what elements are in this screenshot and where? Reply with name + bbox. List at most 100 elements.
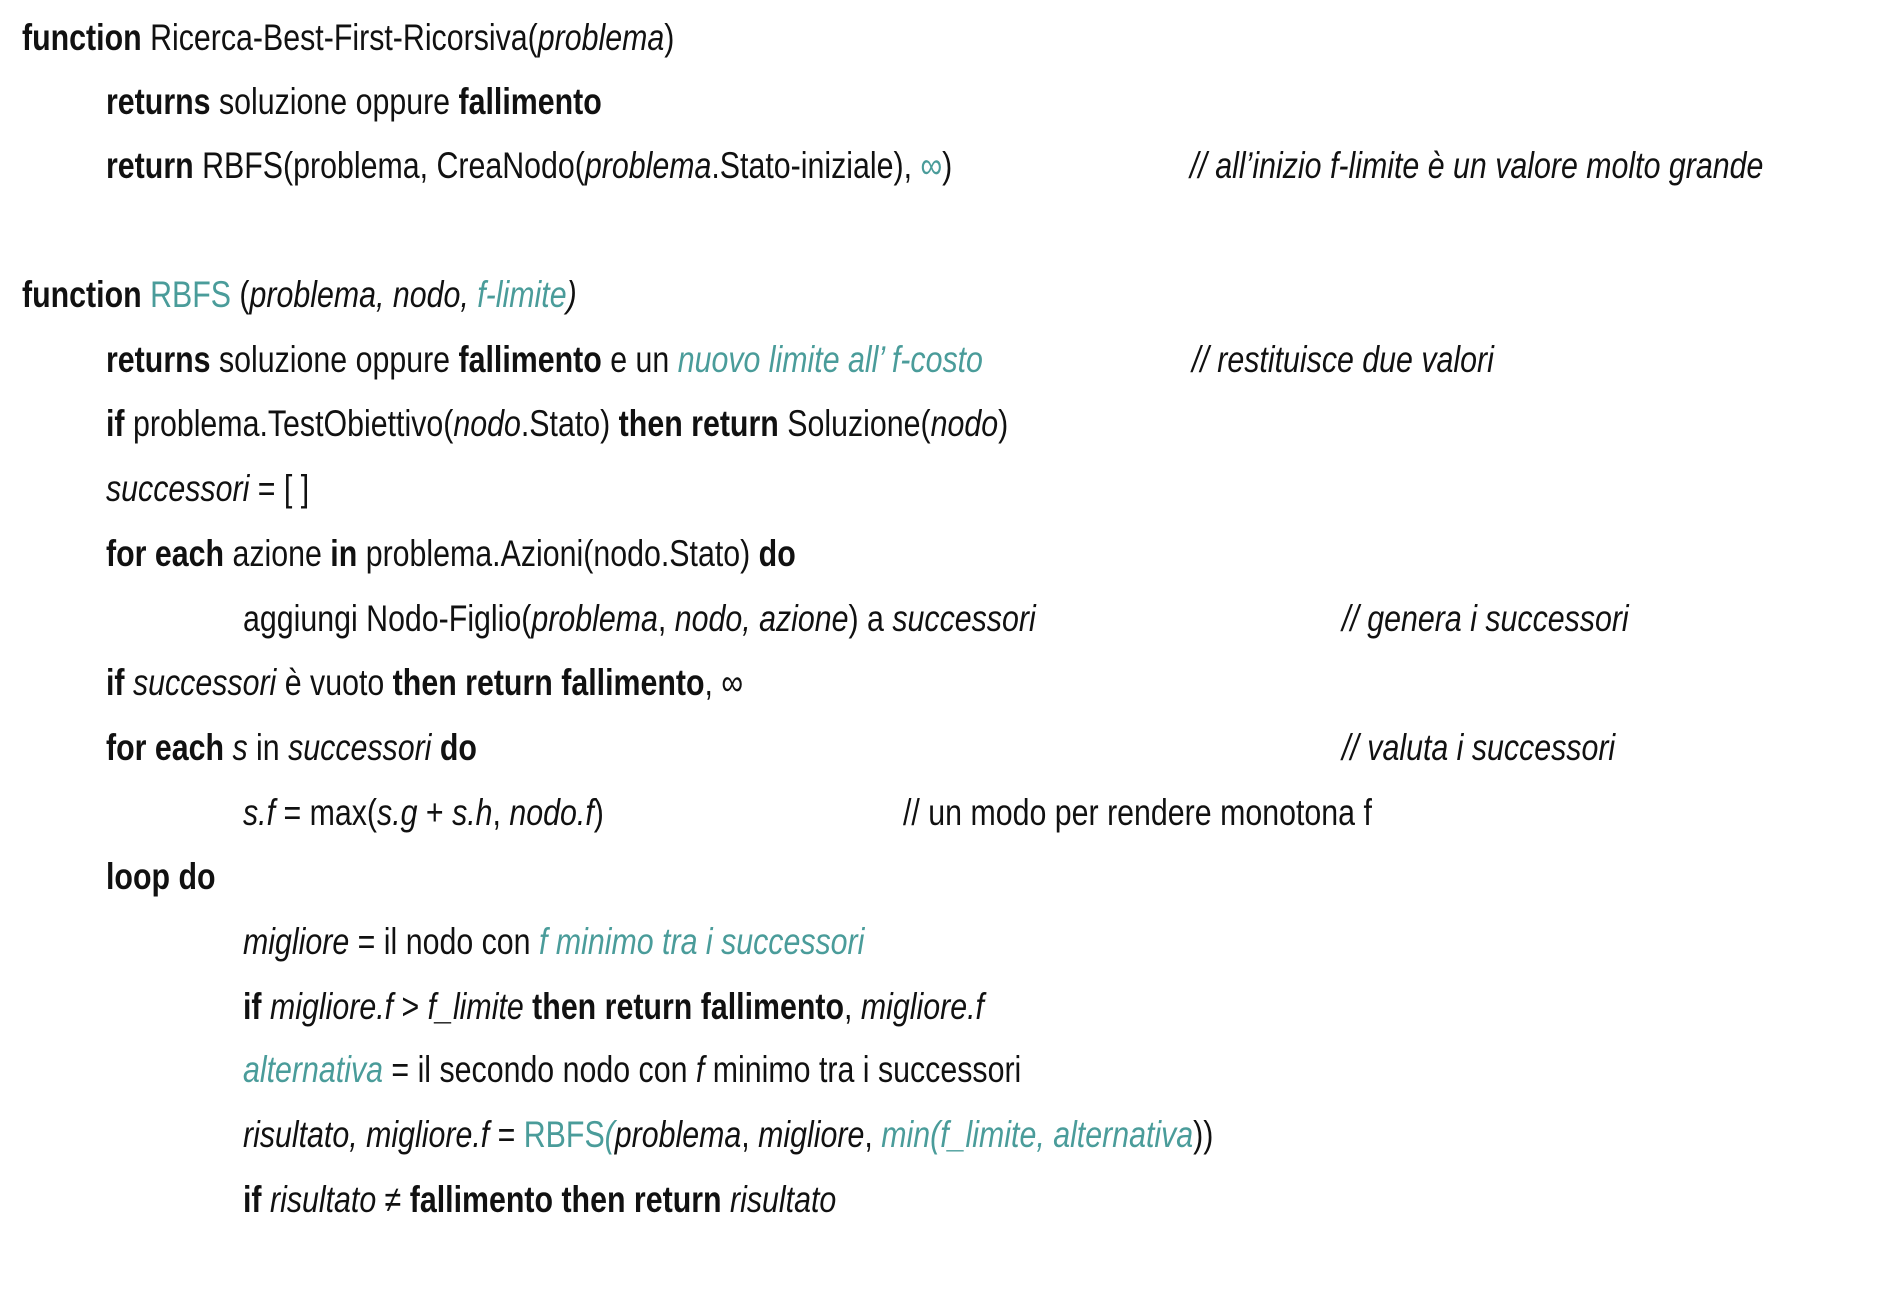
code-token: , [741,1114,759,1155]
code-token: f minimo tra i successori [538,921,865,962]
code-token: RBFS(problema, CreaNodo( [193,145,585,186]
code-token: ∞ [920,145,943,186]
code-token: ( [604,1114,615,1155]
code-token: , [492,792,510,833]
code-token: = [489,1114,524,1155]
code-token: RBFS [150,274,231,315]
code-token: risultato [721,1179,837,1220]
code-token: // valuta i successori [1342,727,1616,768]
code-token: nuovo limite all’ f-costo [677,339,983,380]
code-line: function RBFS (problema, nodo, f-limite) [22,273,577,317]
code-token: do [431,727,477,768]
code-comment: // un modo per rendere monotona f [903,791,1372,835]
code-token: if [243,986,262,1027]
code-token: risultato, migliore.f [243,1114,490,1155]
code-token: do [758,533,796,574]
code-line: s.f = max(s.g + s.h, nodo.f) [243,791,604,835]
code-token: ) [593,792,604,833]
code-token: s.h [452,792,493,833]
code-token: ≠ [376,1179,410,1220]
code-token: successori [892,598,1036,639]
code-token: migliore [758,1114,865,1155]
code-token: )) [1193,1114,1214,1155]
code-token: if [106,662,125,703]
code-token: successori [106,468,250,509]
code-token: function [22,17,142,58]
code-token: // genera i successori [1342,598,1629,639]
code-token: migliore.f [261,986,394,1027]
code-token: risultato [261,1179,377,1220]
code-token: = il secondo nodo con [382,1049,696,1090]
code-token: for each [106,533,225,574]
code-token: return [106,145,194,186]
code-token: RBFS [523,1114,605,1155]
code-token: = il nodo con [349,921,539,962]
code-token: problema [584,145,712,186]
code-token: loop do [106,856,216,897]
code-token: ) [998,403,1009,444]
code-token: then return [618,403,779,444]
code-token: > [393,986,428,1027]
code-line: function Ricerca-Best-First-Ricorsiva(pr… [22,16,674,60]
code-token: successori [288,727,432,768]
code-token: if [243,1179,262,1220]
code-token: migliore [243,921,350,962]
code-token: s.g [377,792,418,833]
code-token: // restituisce due valori [1192,339,1494,380]
code-token: migliore.f [860,986,984,1027]
code-token: = max( [275,792,378,833]
code-token: soluzione oppure [210,339,459,380]
code-token: aggiungi Nodo-Figlio( [243,598,532,639]
code-token: soluzione oppure [210,81,459,122]
code-line: if risultato ≠ fallimento then return ri… [243,1178,836,1222]
code-token: ) [566,274,577,315]
code-comment: // valuta i successori [1342,726,1615,770]
code-line: loop do [106,855,216,899]
code-token: fallimento then return [409,1179,722,1220]
code-line: returns soluzione oppure fallimento [106,80,602,124]
code-token: then return fallimento [392,662,705,703]
code-token: // all’inizio f-limite è un valore molto… [1190,145,1764,186]
code-line: if problema.TestObiettivo(nodo.Stato) th… [106,402,1008,446]
code-token: .Stato) [520,403,619,444]
code-token: for each [106,727,225,768]
code-line: successori = [ ] [106,467,309,511]
code-token: if [106,403,125,444]
code-token: then return fallimento [523,986,845,1027]
code-token: + [417,792,453,833]
code-token: ) [664,17,675,58]
code-token: problema [531,598,658,639]
code-token: returns [106,81,211,122]
code-token: alternativa [243,1049,383,1090]
code-token: successori [124,662,277,703]
code-line: if successori è vuoto then return fallim… [106,661,743,705]
code-token: s.f [243,792,276,833]
code-token: , [844,986,861,1027]
code-token: fallimento [458,81,602,122]
code-line: if migliore.f > f_limite then return fal… [243,985,984,1029]
code-token: e un [601,339,678,380]
code-line: returns soluzione oppure fallimento e un… [106,338,983,382]
code-token: ( [230,274,250,315]
code-token: nodo, azione [674,598,849,639]
code-comment: // genera i successori [1342,597,1629,641]
code-token: , [864,1114,882,1155]
code-token: function [22,274,142,315]
code-token: minimo tra i successori [704,1049,1022,1090]
code-token: f-limite [477,274,567,315]
code-token: , [657,598,675,639]
code-line: migliore = il nodo con f minimo tra i su… [243,920,864,964]
code-token: f_limite [427,986,524,1027]
code-token: .Stato-iniziale), [711,145,921,186]
code-token: è vuoto [276,662,393,703]
code-token: problema [537,17,665,58]
code-token: problema, nodo, [249,274,478,315]
code-token: nodo [453,403,521,444]
code-line: for each azione in problema.Azioni(nodo.… [106,532,796,576]
code-line: for each s in successori do [106,726,477,770]
code-token: azione [224,533,331,574]
code-line: return RBFS(problema, CreaNodo(problema.… [106,144,952,188]
code-token: f [695,1049,705,1090]
code-token: Ricerca-Best-First-Ricorsiva( [141,17,538,58]
